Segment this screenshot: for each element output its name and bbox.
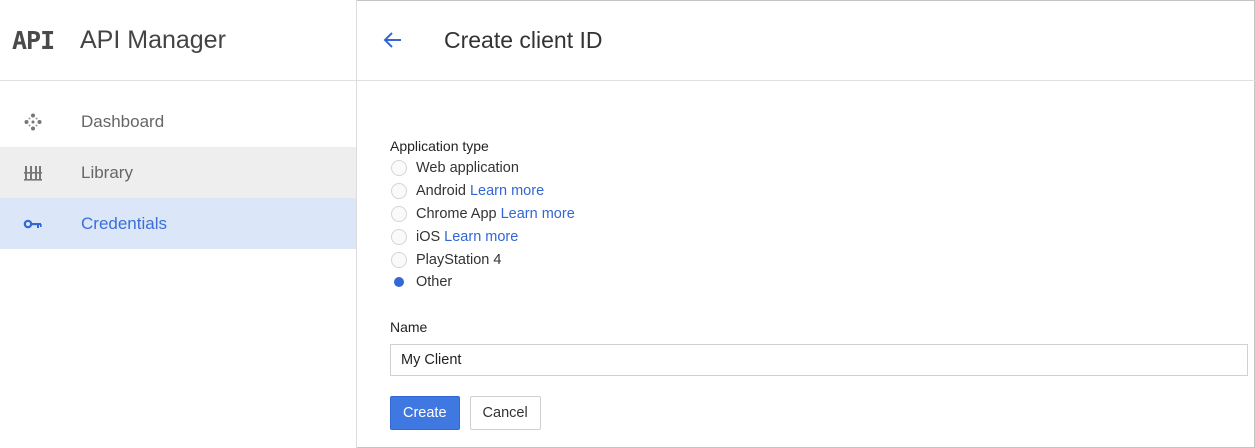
- option-web-application[interactable]: Web application: [390, 157, 1247, 180]
- name-input[interactable]: [390, 343, 1248, 376]
- option-playstation-4[interactable]: PlayStation 4: [390, 248, 1247, 271]
- create-button[interactable]: Create: [390, 395, 460, 430]
- form-actions: Create Cancel: [390, 395, 1247, 430]
- sidebar-item-dashboard[interactable]: Dashboard: [0, 96, 356, 147]
- option-label: Android: [416, 183, 466, 200]
- radio-dot-icon: [394, 277, 404, 288]
- option-label: Web application: [416, 160, 519, 177]
- radio-button[interactable]: [391, 205, 407, 222]
- option-label: Chrome App: [416, 205, 497, 222]
- api-logo: API: [12, 25, 55, 55]
- learn-more-link[interactable]: Learn more: [470, 183, 544, 199]
- key-icon: [23, 214, 43, 234]
- library-icon: [23, 163, 43, 183]
- sidebar-nav: Dashboard Library Credentials: [0, 96, 356, 249]
- sidebar-item-library[interactable]: Library: [0, 147, 356, 198]
- option-chrome-app[interactable]: Chrome App Learn more: [390, 203, 1247, 226]
- app-title[interactable]: API Manager: [80, 26, 226, 55]
- dashboard-icon: [23, 112, 43, 132]
- option-ios[interactable]: iOS Learn more: [390, 225, 1247, 248]
- learn-more-link[interactable]: Learn more: [444, 229, 518, 245]
- application-type-label: Application type: [390, 138, 489, 154]
- option-label: PlayStation 4: [416, 251, 502, 268]
- sidebar: API API Manager Dashboard Library Creden…: [0, 0, 357, 448]
- option-android[interactable]: Android Learn more: [390, 180, 1247, 203]
- radio-button[interactable]: [391, 228, 407, 245]
- radio-button-checked[interactable]: [391, 274, 407, 290]
- learn-more-link[interactable]: Learn more: [501, 206, 575, 222]
- cancel-button[interactable]: Cancel: [469, 395, 541, 430]
- sidebar-item-label: Credentials: [81, 213, 167, 233]
- brand-header: API API Manager: [0, 0, 356, 81]
- radio-button[interactable]: [391, 160, 407, 177]
- page-header: Create client ID: [357, 0, 1255, 81]
- radio-button[interactable]: [391, 251, 407, 268]
- sidebar-item-credentials[interactable]: Credentials: [0, 198, 356, 249]
- sidebar-item-label: Library: [81, 162, 133, 182]
- create-client-form: Application type Web application Android…: [390, 138, 1248, 430]
- page-title: Create client ID: [444, 26, 603, 53]
- radio-button[interactable]: [391, 183, 407, 200]
- option-label: Other: [416, 274, 453, 291]
- name-label: Name: [390, 318, 428, 335]
- back-arrow-icon[interactable]: [382, 29, 404, 51]
- option-other[interactable]: Other: [390, 271, 1247, 294]
- sidebar-item-label: Dashboard: [81, 111, 165, 131]
- option-label: iOS: [416, 228, 441, 245]
